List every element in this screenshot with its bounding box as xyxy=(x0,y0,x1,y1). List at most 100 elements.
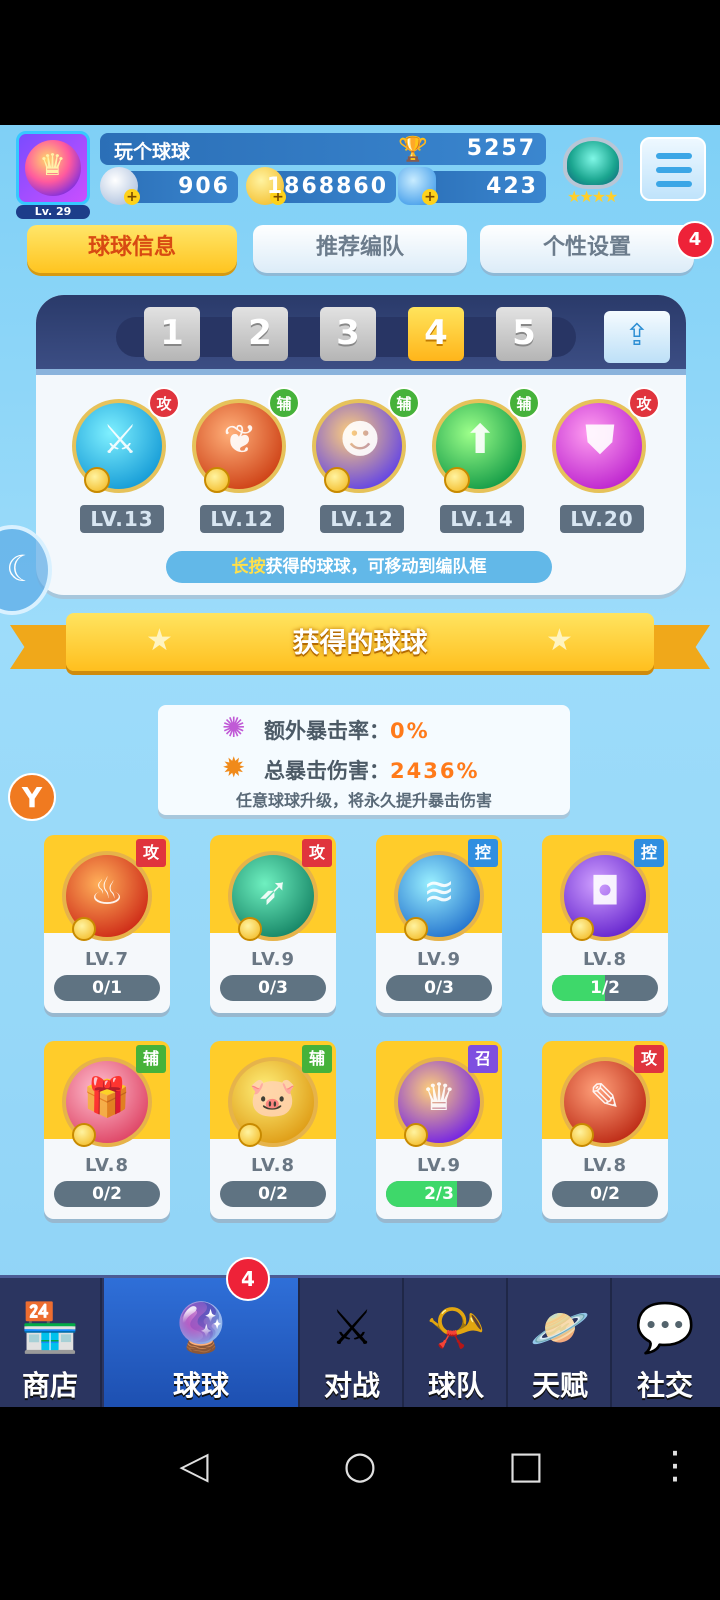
coin-icon xyxy=(72,917,96,941)
add-diamond-icon[interactable]: + xyxy=(422,189,438,205)
upgrade-progress-bar: 0/3 xyxy=(220,975,326,1001)
drag-hint-text: 获得的球球，可移动到编队框 xyxy=(265,557,487,577)
nav-shop[interactable]: 🏪 商店 xyxy=(0,1278,102,1407)
team-ball-1[interactable]: ⚔ 攻 xyxy=(70,387,180,505)
nav-balls[interactable]: 🔮 球球 xyxy=(104,1278,300,1407)
support-tag: 辅 xyxy=(388,387,420,419)
team-slot-2[interactable]: 2 xyxy=(232,307,288,361)
ball-card-piggy-bank[interactable]: 🐷 辅 LV.8 0/2 xyxy=(210,1041,336,1219)
team-ball-4[interactable]: ⬆ 辅 xyxy=(430,387,540,505)
piggy-bank-icon: 🐷 xyxy=(249,1075,297,1119)
coin-icon xyxy=(72,1123,96,1147)
home-icon[interactable]: ○ xyxy=(330,1443,390,1487)
status-bar xyxy=(0,0,720,125)
cage-icon: ◘ xyxy=(589,869,621,913)
ball-card-scroll[interactable]: ✎ 攻 LV.8 0/2 xyxy=(542,1041,668,1219)
share-button[interactable]: ⇪ xyxy=(604,311,670,363)
coin-icon xyxy=(444,467,470,493)
team-ball-level: LV.13 xyxy=(80,505,164,533)
blades-icon: ⚔ xyxy=(102,417,138,463)
upgrade-progress-bar: 0/2 xyxy=(552,1181,658,1207)
extra-crit-value: 0% xyxy=(390,719,430,743)
upgrade-progress-text: 0/3 xyxy=(424,978,454,998)
ball-level: LV.8 xyxy=(85,1155,129,1176)
diamond-currency[interactable]: + 423 xyxy=(398,167,546,205)
nav-battle[interactable]: ⚔ 对战 xyxy=(302,1278,404,1407)
nav-battle-label: 对战 xyxy=(323,1369,380,1402)
bow-icon: ➶ xyxy=(257,869,289,913)
ball-type-tag: 召 xyxy=(468,1045,498,1073)
whistle-icon: 📯 xyxy=(426,1300,486,1356)
coin-icon xyxy=(570,917,594,941)
team-slot-3[interactable]: 3 xyxy=(320,307,376,361)
nav-shop-label: 商店 xyxy=(21,1369,78,1402)
upgrade-progress-text: 1/2 xyxy=(590,978,620,998)
ball-card-dragon[interactable]: ♨ 攻 LV.7 0/1 xyxy=(44,835,170,1013)
upgrade-progress-text: 0/3 xyxy=(258,978,288,998)
nav-social[interactable]: 💬 社交 xyxy=(614,1278,716,1407)
ball-card-wind[interactable]: ≋ 控 LV.9 0/3 xyxy=(376,835,502,1013)
tab-ball-info[interactable]: 球球信息 xyxy=(27,225,237,273)
team-ball-3[interactable]: ☻ 辅 xyxy=(310,387,420,505)
team-slot-4[interactable]: 4 xyxy=(408,307,464,361)
coin-icon xyxy=(238,1123,262,1147)
team-slot-header: 1 2 3 4 5 ⇪ xyxy=(36,295,686,375)
ball-card-phoenix[interactable]: ♛ 召 LV.9 2/3 xyxy=(376,1041,502,1219)
nav-talent[interactable]: 🪐 天赋 xyxy=(510,1278,612,1407)
nav-talent-label: 天赋 xyxy=(531,1369,588,1402)
collection-title: 获得的球球 xyxy=(292,628,428,659)
trophy-count: 5257 xyxy=(466,136,536,161)
tab-personal-settings[interactable]: 个性设置 xyxy=(480,225,694,273)
ball-level: LV.7 xyxy=(85,949,129,970)
team-panel: 1 2 3 4 5 ⇪ ⚔ 攻 ❦ 辅 ☻ 辅 ⬆ 辅 ⛊ 攻 LV.13 LV… xyxy=(36,295,686,595)
shop-icon: 🏪 xyxy=(20,1300,80,1356)
recents-icon[interactable]: □ xyxy=(496,1443,556,1487)
team-ball-2[interactable]: ❦ 辅 xyxy=(190,387,300,505)
gold-currency[interactable]: + 1868860 xyxy=(246,167,396,205)
ball-type-tag: 攻 xyxy=(136,839,166,867)
crit-note: 任意球球升级，将永久提升暴击伤害 xyxy=(235,791,492,810)
upgrade-progress-bar: 0/1 xyxy=(54,975,160,1001)
team-ball-5[interactable]: ⛊ 攻 xyxy=(550,387,660,505)
ball-icon: 🔮 xyxy=(171,1300,231,1356)
bottom-nav: 🏪 商店 🔮 球球 ⚔ 对战 📯 球队 🪐 天赋 💬 社交 xyxy=(0,1275,720,1407)
team-ball-level: LV.12 xyxy=(320,505,404,533)
side-logo-icon[interactable]: Y xyxy=(8,773,56,821)
team-ball-level: LV.20 xyxy=(560,505,644,533)
ball-card-gift[interactable]: 🎁 辅 LV.8 0/2 xyxy=(44,1041,170,1219)
menu-button[interactable] xyxy=(640,137,706,201)
coin-icon xyxy=(84,467,110,493)
upgrade-progress-text: 0/2 xyxy=(258,1184,288,1204)
upgrade-progress-text: 0/2 xyxy=(92,1184,122,1204)
add-silver-icon[interactable]: + xyxy=(124,189,140,205)
extra-crit-label: 额外暴击率： xyxy=(264,719,390,743)
nav-team[interactable]: 📯 球队 xyxy=(406,1278,508,1407)
game-screen: Lv. 29 玩个球球 🏆 5257 + 906 + 1868860 + 423… xyxy=(0,125,720,1407)
menu-icon xyxy=(656,153,692,159)
tab-recommended-team[interactable]: 推荐编队 xyxy=(253,225,467,273)
more-options-icon[interactable]: ⋮ xyxy=(656,1443,694,1487)
settings-notification-badge: 4 xyxy=(676,221,714,259)
total-crit-label: 总暴击伤害： xyxy=(264,759,390,783)
scroll-icon: ✎ xyxy=(589,1075,621,1119)
upgrade-progress-bar: 2/3 xyxy=(386,1181,492,1207)
rank-stars-icon: ★★★★ xyxy=(567,187,618,206)
player-avatar[interactable] xyxy=(16,131,90,205)
gold-amount: 1868860 xyxy=(266,174,388,199)
back-icon[interactable]: ◁ xyxy=(164,1443,224,1487)
upgrade-progress-bar: 0/2 xyxy=(54,1181,160,1207)
system-nav-bar: ◁ ○ □ ⋮ xyxy=(0,1407,720,1600)
support-tag: 辅 xyxy=(508,387,540,419)
ball-type-tag: 辅 xyxy=(302,1045,332,1073)
team-slot-1[interactable]: 1 xyxy=(144,307,200,361)
team-slot-5[interactable]: 5 xyxy=(496,307,552,361)
ball-card-bow[interactable]: ➶ 攻 LV.9 0/3 xyxy=(210,835,336,1013)
silver-currency[interactable]: + 906 xyxy=(100,167,238,205)
silver-amount: 906 xyxy=(178,174,230,199)
rank-badge[interactable]: ★★★★ xyxy=(555,131,631,211)
upgrade-progress-text: 2/3 xyxy=(424,1184,454,1204)
ball-type-tag: 控 xyxy=(634,839,664,867)
ball-level: LV.9 xyxy=(417,949,461,970)
ball-card-cage[interactable]: ◘ 控 LV.8 1/2 xyxy=(542,835,668,1013)
nav-social-label: 社交 xyxy=(636,1369,693,1402)
